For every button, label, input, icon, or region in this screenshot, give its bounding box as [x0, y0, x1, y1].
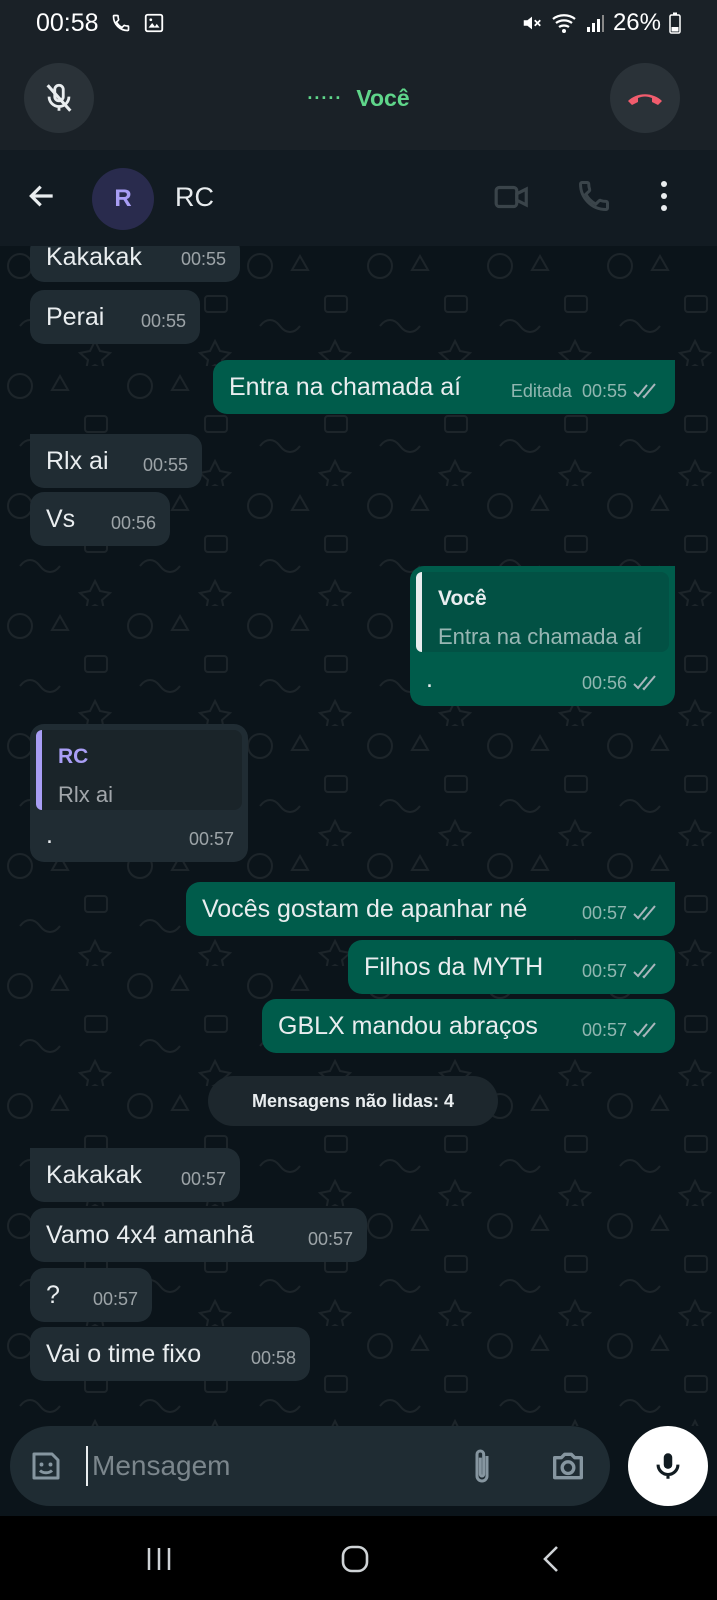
message-text: Kakakak — [46, 246, 142, 271]
system-navigation-bar — [0, 1516, 717, 1600]
read-ticks-icon — [633, 383, 656, 399]
message-time: 00:56 — [581, 673, 627, 693]
message-text: Perai — [46, 303, 105, 331]
mute-call-button[interactable] — [24, 63, 94, 133]
battery-icon — [669, 12, 681, 34]
message-composer — [10, 1426, 610, 1506]
voice-message-button[interactable] — [628, 1426, 708, 1506]
incoming-message[interactable]: Rlx ai 00:55 — [30, 434, 202, 488]
voice-call-icon[interactable] — [576, 178, 612, 214]
message-time: 00:55 — [142, 455, 188, 475]
message-text: Filhos da MYTH — [364, 953, 544, 981]
message-time: 00:57 — [188, 829, 234, 849]
incoming-message[interactable]: Vamo 4x4 amanhã 00:57 — [30, 1208, 367, 1262]
video-call-icon[interactable] — [493, 178, 531, 216]
end-call-button[interactable] — [610, 63, 680, 133]
end-call-icon — [628, 94, 662, 105]
more-options-icon[interactable] — [658, 178, 670, 214]
quote-text: Rlx ai — [58, 782, 114, 807]
message-time: 00:57 — [307, 1229, 353, 1249]
read-ticks-icon — [633, 675, 656, 691]
back-arrow-icon[interactable] — [26, 180, 58, 212]
attach-icon[interactable] — [468, 1446, 496, 1486]
incoming-message[interactable]: Kakakak 00:57 — [30, 1148, 240, 1202]
phone-status-icon — [112, 14, 129, 32]
message-input[interactable] — [86, 1446, 446, 1486]
incoming-message[interactable]: Perai 00:55 — [30, 290, 200, 344]
camera-icon[interactable] — [548, 1446, 588, 1486]
contact-name[interactable]: RC — [175, 182, 214, 213]
incoming-message[interactable]: Vai o time fixo 00:58 — [30, 1327, 310, 1381]
message-text: . — [46, 821, 53, 849]
chat-header: R RC — [0, 150, 717, 246]
message-time: 00:58 — [250, 1348, 296, 1368]
message-time: 00:57 — [180, 1169, 226, 1189]
call-activity-dots: ····· — [307, 87, 343, 108]
quote-bar — [416, 572, 422, 652]
message-time: 00:57 — [581, 1020, 627, 1040]
read-ticks-icon — [633, 1022, 656, 1038]
outgoing-message[interactable]: GBLX mandou abraços 00:57 — [262, 999, 675, 1053]
message-text: Entra na chamada aí — [229, 373, 462, 401]
quote-text: Entra na chamada aí — [438, 624, 643, 649]
incoming-message[interactable]: Vs 00:56 — [30, 492, 170, 546]
outgoing-reply-message[interactable]: Você Entra na chamada aí . 00:56 — [410, 566, 675, 706]
incoming-reply-message[interactable]: RC Rlx ai . 00:57 — [30, 724, 248, 862]
message-list[interactable]: Kakakak 00:55 Perai 00:55 Entra na chama… — [0, 246, 717, 1426]
wifi-status-icon — [552, 14, 576, 33]
nav-back-icon[interactable] — [540, 1544, 562, 1574]
message-time: 00:57 — [92, 1289, 138, 1309]
edited-label: Editada — [510, 381, 572, 401]
recents-icon[interactable] — [145, 1546, 173, 1572]
message-text: Vs — [46, 505, 76, 533]
message-time: 00:55 — [581, 381, 627, 401]
message-time: 00:57 — [581, 903, 627, 923]
status-bar: 00:58 26% — [0, 0, 717, 46]
read-ticks-icon — [633, 905, 656, 921]
message-time: 00:56 — [110, 513, 156, 533]
message-text: GBLX mandou abraços — [278, 1012, 538, 1040]
message-text: Vamo 4x4 amanhã — [46, 1221, 254, 1249]
incoming-message[interactable]: Kakakak 00:55 — [30, 246, 240, 282]
call-participant-name: Você — [356, 84, 410, 111]
quoted-message[interactable]: RC Rlx ai — [36, 730, 242, 810]
mic-icon — [656, 1453, 680, 1479]
gallery-status-icon — [144, 13, 163, 33]
message-text: Vocês gostam de apanhar né — [202, 895, 528, 923]
outgoing-message[interactable]: Entra na chamada aí Editada 00:55 — [213, 360, 675, 414]
unread-messages-divider: Mensagens não lidas: 4 — [208, 1076, 498, 1126]
mic-off-icon — [46, 83, 72, 112]
sticker-icon[interactable] — [28, 1448, 64, 1484]
message-text: Kakakak — [46, 1161, 142, 1189]
message-time: 00:55 — [180, 249, 226, 269]
outgoing-message[interactable]: Vocês gostam de apanhar né 00:57 — [186, 882, 675, 936]
status-time: 00:58 — [36, 8, 99, 37]
quote-bar — [36, 730, 42, 810]
incoming-message[interactable]: ? 00:57 — [30, 1268, 152, 1322]
message-text: Rlx ai — [46, 447, 109, 475]
signal-status-icon — [586, 15, 604, 32]
home-icon[interactable] — [340, 1544, 370, 1574]
read-ticks-icon — [633, 963, 656, 979]
outgoing-message[interactable]: Filhos da MYTH 00:57 — [348, 940, 675, 994]
mute-status-icon — [523, 16, 541, 30]
message-time: 00:57 — [581, 961, 627, 981]
call-participant-label: ····· Você — [307, 85, 409, 112]
message-text: Vai o time fixo — [46, 1340, 202, 1368]
battery-percent: 26% — [612, 9, 661, 36]
ongoing-call-bar[interactable]: ····· Você — [0, 46, 717, 150]
quoted-message[interactable]: Você Entra na chamada aí — [416, 572, 669, 652]
quote-author: RC — [58, 745, 89, 768]
avatar[interactable]: R — [92, 168, 154, 230]
message-text: . — [426, 665, 433, 693]
message-time: 00:55 — [140, 311, 186, 331]
quote-author: Você — [438, 587, 487, 610]
message-text: ? — [46, 1281, 60, 1309]
